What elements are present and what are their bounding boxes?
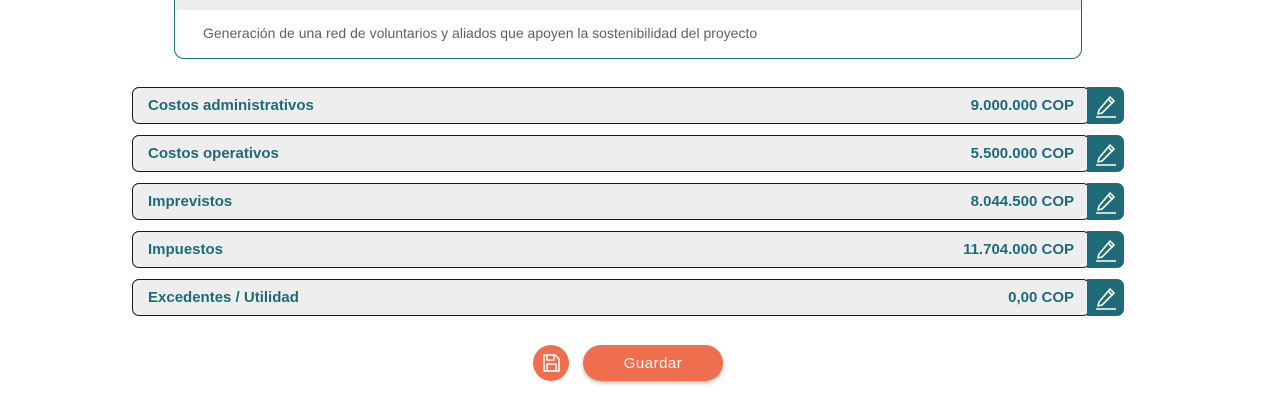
pencil-icon (1095, 191, 1116, 214)
cost-label: Imprevistos (148, 193, 233, 210)
cost-value: 9.000.000 COP (970, 97, 1074, 114)
cost-row-impuestos: Impuestos 11.704.000 COP (132, 231, 1124, 268)
objective-text: Generación de una red de voluntarios y a… (203, 25, 758, 41)
edit-button[interactable] (1087, 279, 1124, 316)
cost-row-imprevistos: Imprevistos 8.044.500 COP (132, 183, 1124, 220)
pencil-icon (1095, 143, 1116, 166)
cost-label: Costos administrativos (148, 97, 314, 114)
cost-row-box: Impuestos 11.704.000 COP (132, 231, 1090, 268)
card-header-band (175, 0, 1081, 10)
pencil-icon (1095, 95, 1116, 118)
cost-label: Excedentes / Utilidad (148, 289, 299, 306)
cost-list: Costos administrativos 9.000.000 COP Cos… (132, 87, 1124, 327)
cost-value: 5.500.000 COP (970, 145, 1074, 162)
cost-row-box: Imprevistos 8.044.500 COP (132, 183, 1090, 220)
form-actions: Guardar (533, 345, 723, 381)
objective-card: Generación de una red de voluntarios y a… (174, 0, 1082, 59)
cost-label: Costos operativos (148, 145, 279, 162)
edit-button[interactable] (1087, 135, 1124, 172)
cost-value: 8.044.500 COP (970, 193, 1074, 210)
cost-value: 0,00 COP (1008, 289, 1074, 306)
cost-row-excedentes: Excedentes / Utilidad 0,00 COP (132, 279, 1124, 316)
cost-row-box: Costos operativos 5.500.000 COP (132, 135, 1090, 172)
edit-button[interactable] (1087, 87, 1124, 124)
cost-row-box: Costos administrativos 9.000.000 COP (132, 87, 1090, 124)
edit-button[interactable] (1087, 231, 1124, 268)
cost-row-operativos: Costos operativos 5.500.000 COP (132, 135, 1124, 172)
edit-button[interactable] (1087, 183, 1124, 220)
pencil-icon (1095, 239, 1116, 262)
save-button[interactable]: Guardar (583, 345, 723, 381)
cost-row-administrativos: Costos administrativos 9.000.000 COP (132, 87, 1124, 124)
save-icon-button[interactable] (533, 345, 569, 381)
cost-label: Impuestos (148, 241, 224, 258)
cost-value: 11.704.000 COP (963, 241, 1074, 258)
pencil-icon (1095, 287, 1116, 310)
floppy-disk-icon (543, 354, 560, 372)
cost-row-box: Excedentes / Utilidad 0,00 COP (132, 279, 1090, 316)
